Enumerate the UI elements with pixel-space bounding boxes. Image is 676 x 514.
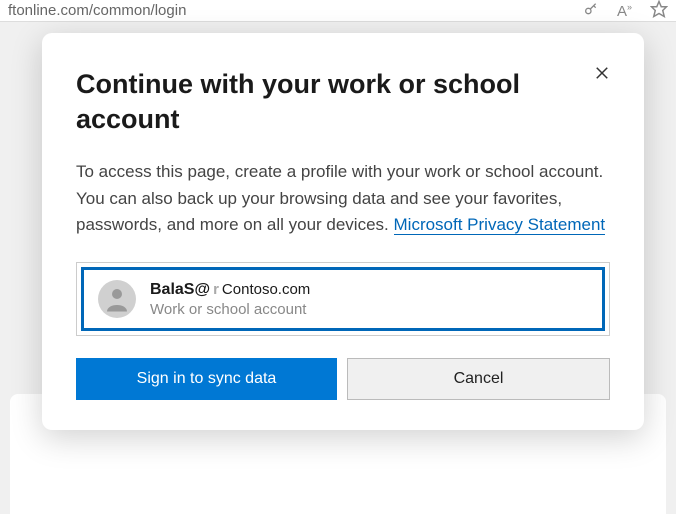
email-faded: r xyxy=(213,281,219,298)
url-text: ftonline.com/common/login xyxy=(8,2,583,19)
text-size-icon[interactable]: A» xyxy=(617,2,632,20)
account-card-inner: BalaS@rContoso.com Work or school accoun… xyxy=(81,267,605,331)
email-prefix: BalaS@ xyxy=(150,281,210,299)
dialog-title: Continue with your work or school accoun… xyxy=(76,67,610,137)
profile-sync-dialog: Continue with your work or school accoun… xyxy=(42,33,644,430)
close-icon xyxy=(593,64,611,82)
dialog-body: To access this page, create a profile wi… xyxy=(76,159,610,238)
dialog-button-row: Sign in to sync data Cancel xyxy=(76,358,610,400)
favorite-star-icon[interactable] xyxy=(650,0,668,22)
toolbar-icons: A» xyxy=(583,0,668,22)
privacy-statement-link[interactable]: Microsoft Privacy Statement xyxy=(394,215,606,235)
account-card[interactable]: BalaS@rContoso.com Work or school accoun… xyxy=(76,262,610,336)
sign-in-button[interactable]: Sign in to sync data xyxy=(76,358,337,400)
email-domain: Contoso.com xyxy=(222,281,310,298)
person-icon xyxy=(102,284,132,314)
account-email: BalaS@rContoso.com xyxy=(150,281,310,299)
cancel-button[interactable]: Cancel xyxy=(347,358,610,400)
account-type-label: Work or school account xyxy=(150,301,310,318)
avatar xyxy=(98,280,136,318)
close-button[interactable] xyxy=(588,59,616,87)
key-icon[interactable] xyxy=(583,1,599,21)
browser-address-bar: ftonline.com/common/login A» xyxy=(0,0,676,22)
account-text: BalaS@rContoso.com Work or school accoun… xyxy=(150,281,310,318)
